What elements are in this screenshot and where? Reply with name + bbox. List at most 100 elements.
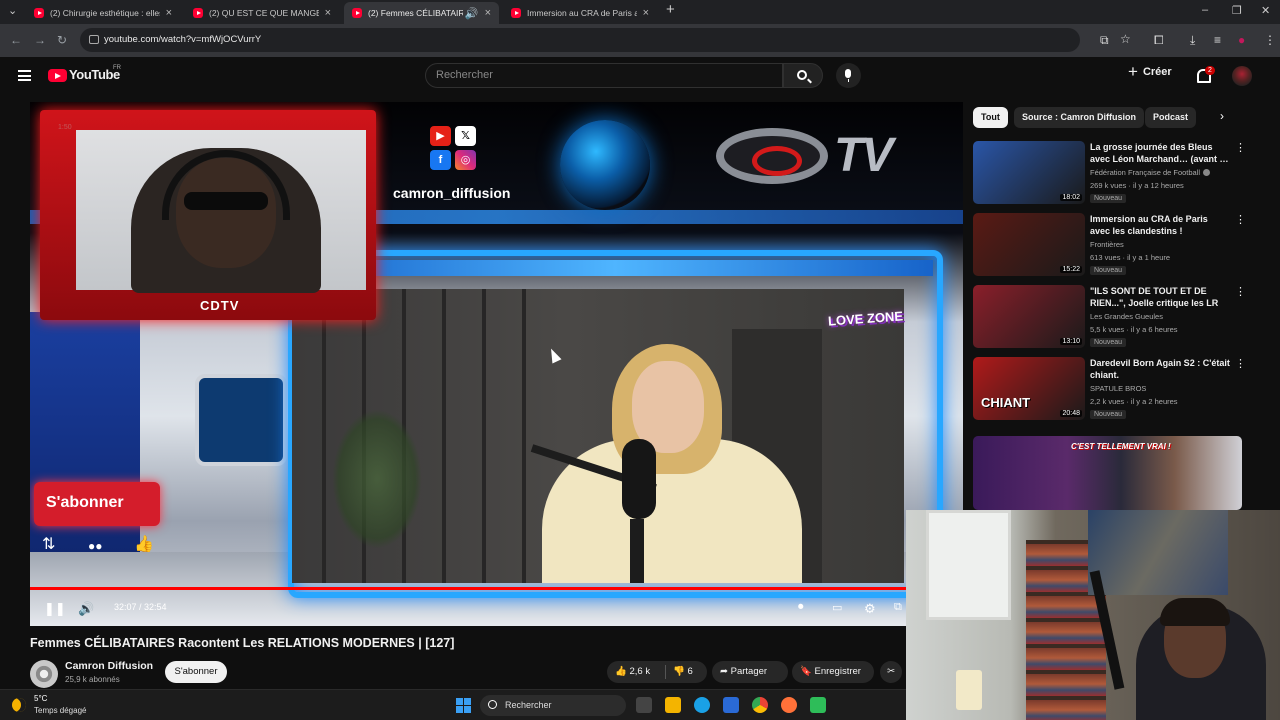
progress-bar[interactable] bbox=[30, 583, 963, 594]
close-tab-icon[interactable]: × bbox=[643, 7, 649, 19]
share-button[interactable]: ➦ Partager bbox=[712, 661, 788, 683]
chevron-right-icon[interactable]: › bbox=[1220, 109, 1224, 123]
like-count: 2,6 k bbox=[629, 666, 651, 677]
close-tab-icon[interactable]: × bbox=[485, 7, 491, 19]
close-tab-icon[interactable]: × bbox=[325, 7, 331, 19]
recommendation-thumbnail[interactable]: 18:02 bbox=[973, 141, 1085, 204]
subtitles-icon[interactable]: ▭ bbox=[832, 601, 842, 614]
browser-tab-4[interactable]: Immersion au CRA de Paris ave… × bbox=[503, 2, 657, 24]
browser-menu-icon[interactable]: ⋮ bbox=[1264, 33, 1276, 47]
miniplayer-icon[interactable]: ⧉ bbox=[894, 601, 902, 614]
recommendation-channel[interactable]: SPATULE BROS bbox=[1090, 384, 1146, 393]
recommendation-item[interactable]: CHIANT 20:48 Daredevil Born Again S2 : C… bbox=[973, 357, 1248, 423]
channel-name[interactable]: Camron Diffusion bbox=[65, 660, 153, 672]
cdtv-cam-label: CDTV bbox=[200, 298, 240, 313]
recommendation-thumbnail[interactable]: 13:10 bbox=[973, 285, 1085, 348]
more-actions-icon[interactable]: ⋮ bbox=[1235, 213, 1246, 226]
recommendation-title[interactable]: Immersion au CRA de Paris avec les cland… bbox=[1090, 213, 1230, 237]
taskbar-search-label: Rechercher bbox=[505, 700, 552, 710]
dislike-button[interactable]: 👎 6 bbox=[673, 661, 693, 683]
subscriber-count: 25,9 k abonnés bbox=[65, 675, 120, 684]
file-explorer-icon[interactable] bbox=[665, 697, 681, 713]
chrome-icon[interactable] bbox=[752, 697, 768, 713]
recommendation-meta: 269 k vues · il y a 12 heures bbox=[1090, 181, 1184, 190]
hamburger-menu-icon[interactable] bbox=[18, 70, 31, 81]
store-icon[interactable] bbox=[723, 697, 739, 713]
edge-icon[interactable] bbox=[694, 697, 710, 713]
recommendation-thumbnail[interactable]: 15:22 bbox=[973, 213, 1085, 276]
back-icon[interactable]: ← bbox=[10, 33, 22, 47]
chip-source-channel[interactable]: Source : Camron Diffusion bbox=[1014, 107, 1145, 128]
voice-search-button[interactable] bbox=[836, 63, 861, 88]
arrow-overlay-icon: ⇅ bbox=[42, 536, 56, 553]
new-tab-icon[interactable]: + bbox=[666, 1, 675, 18]
close-window-icon[interactable]: ✕ bbox=[1261, 4, 1270, 17]
recommendation-channel[interactable]: Fédération Française de Football bbox=[1090, 168, 1211, 177]
weather-temperature[interactable]: 5°C bbox=[34, 694, 47, 703]
account-avatar[interactable] bbox=[1232, 66, 1252, 86]
recommendation-item[interactable]: 15:22 Immersion au CRA de Paris avec les… bbox=[973, 213, 1248, 279]
autoplay-toggle-icon[interactable]: ⏺ bbox=[798, 601, 804, 614]
download-icon[interactable]: ⤓ bbox=[1190, 33, 1195, 48]
recommendation-item[interactable]: 13:10 "ILS SONT DE TOUT ET DE RIEN...", … bbox=[973, 285, 1248, 351]
volume-icon[interactable]: 🔊 bbox=[78, 601, 94, 617]
recommendation-thumbnail[interactable]: CHIANT 20:48 bbox=[973, 357, 1085, 420]
more-actions-icon[interactable]: ⋮ bbox=[1235, 285, 1246, 298]
recommendation-title[interactable]: Daredevil Born Again S2 : C'était chiant… bbox=[1090, 357, 1230, 381]
speaker-icon[interactable]: 🔊 bbox=[465, 7, 479, 20]
subscribe-button[interactable]: S'abonner bbox=[165, 661, 227, 683]
weather-moon-icon[interactable] bbox=[12, 698, 26, 712]
search-box[interactable] bbox=[425, 63, 783, 88]
like-button[interactable]: 👍 2,6 k bbox=[615, 661, 650, 683]
youtube-logo-icon[interactable] bbox=[48, 69, 67, 82]
task-view-icon[interactable] bbox=[636, 697, 652, 713]
clip-button[interactable]: ✂ bbox=[880, 661, 902, 683]
install-app-icon[interactable]: ⧉ bbox=[1100, 33, 1109, 48]
thumbnail-caption: CHIANT bbox=[981, 395, 1031, 410]
minimize-icon[interactable]: – bbox=[1202, 4, 1208, 16]
shorts-thumbnail-row[interactable]: C'EST TELLEMENT VRAI ! bbox=[973, 436, 1242, 510]
browser-tab-2[interactable]: (2) QU EST CE QUE MANGE UN… × bbox=[185, 2, 339, 24]
taskbar-search[interactable]: Rechercher bbox=[480, 695, 626, 716]
address-bar[interactable]: youtube.com/watch?v=mfWjOCVurrY ⧉ ☆ bbox=[80, 28, 1131, 52]
save-button[interactable]: 🔖 Enregistrer bbox=[792, 661, 874, 683]
reload-icon[interactable]: ↻ bbox=[57, 33, 67, 47]
close-tab-icon[interactable]: × bbox=[166, 7, 172, 19]
thumbs-down-icon: 👎 bbox=[673, 666, 685, 677]
video-player[interactable]: LOVE ZONE 1:50 CDTV ▶ 𝕏 f ◎ camron_diffu… bbox=[30, 102, 963, 626]
restore-icon[interactable]: ❐ bbox=[1232, 4, 1242, 17]
browser-tab-1[interactable]: (2) Chirurgie esthétique : elles r… × bbox=[26, 2, 180, 24]
tab-title: Immersion au CRA de Paris ave… bbox=[527, 8, 637, 18]
chip-podcast[interactable]: Podcast bbox=[1145, 107, 1197, 128]
webcam-window bbox=[926, 510, 1011, 620]
more-actions-icon[interactable]: ⋮ bbox=[1235, 357, 1246, 370]
windows-start-icon[interactable] bbox=[456, 698, 471, 713]
chip-all[interactable]: Tout bbox=[973, 107, 1008, 128]
bookmark-star-icon[interactable]: ☆ bbox=[1120, 32, 1131, 46]
site-info-icon[interactable] bbox=[89, 35, 99, 44]
tab-list-icon[interactable]: ⌄ bbox=[8, 4, 17, 17]
recommendation-title[interactable]: "ILS SONT DE TOUT ET DE RIEN...", Joelle… bbox=[1090, 285, 1230, 309]
search-input[interactable] bbox=[426, 64, 782, 86]
forward-icon[interactable]: → bbox=[34, 33, 46, 47]
more-actions-icon[interactable]: ⋮ bbox=[1235, 141, 1246, 154]
webcam-cup bbox=[956, 670, 982, 710]
pause-icon[interactable]: ❚❚ bbox=[44, 601, 66, 617]
screen-frame-bar bbox=[298, 260, 933, 276]
weather-description[interactable]: Temps dégagé bbox=[34, 706, 86, 715]
extensions-icon[interactable]: ⧠ bbox=[1154, 33, 1164, 48]
media-controls-icon[interactable]: ≡ bbox=[1214, 33, 1221, 47]
app-icon[interactable] bbox=[810, 697, 826, 713]
profile-icon[interactable]: ● bbox=[1238, 33, 1245, 47]
recommendation-title[interactable]: La grosse journée des Bleus avec Léon Ma… bbox=[1090, 141, 1230, 165]
firefox-icon[interactable] bbox=[781, 697, 797, 713]
channel-avatar[interactable] bbox=[30, 660, 58, 688]
recommendation-channel[interactable]: Frontières bbox=[1090, 240, 1124, 249]
settings-gear-icon[interactable]: ⚙ bbox=[864, 601, 876, 617]
create-button[interactable]: + Créer bbox=[1128, 63, 1172, 80]
create-label: Créer bbox=[1142, 66, 1172, 78]
search-button[interactable] bbox=[783, 63, 823, 88]
recommendation-item[interactable]: 18:02 La grosse journée des Bleus avec L… bbox=[973, 141, 1248, 207]
browser-tab-3-active[interactable]: (2) Femmes CÉLIBATAIRES R… 🔊 × bbox=[344, 2, 499, 24]
recommendation-channel[interactable]: Les Grandes Gueules bbox=[1090, 312, 1163, 321]
